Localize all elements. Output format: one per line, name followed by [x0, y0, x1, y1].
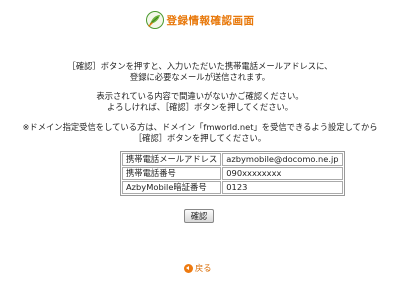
back-link-label: 戻る: [195, 263, 212, 273]
phone-number-label: 携帯電話番号: [122, 167, 222, 180]
notice-line: 登録に必要なメールが送信されます。: [129, 72, 271, 82]
back-link[interactable]: 戻る: [184, 262, 212, 274]
registration-info-table: 携帯電話メールアドレス azbymobile@docomo.ne.jp 携帯電話…: [120, 151, 345, 196]
pin-label: AzbyMobile暗証番号: [122, 181, 222, 194]
notice-line: ※ドメイン指定受信をしている方は、ドメイン「fmworld.net」を受信できる…: [22, 122, 378, 132]
verify-notice-text: 表示されている内容で間違いがないかご確認ください。 よろしければ、［確認］ボタン…: [0, 91, 400, 113]
phone-number-value: 090xxxxxxxx: [222, 167, 343, 180]
table-row: 携帯電話メールアドレス azbymobile@docomo.ne.jp: [122, 153, 343, 166]
notice-line: ［確認］ボタンを押してください。: [133, 133, 267, 143]
confirm-button[interactable]: 確認: [184, 209, 214, 223]
domain-notice-text: ※ドメイン指定受信をしている方は、ドメイン「fmworld.net」を受信できる…: [0, 122, 400, 144]
page-title: 登録情報確認画面: [166, 14, 255, 27]
table-row: AzbyMobile暗証番号 0123: [122, 181, 343, 194]
pen-leaf-logo-icon: [145, 11, 164, 29]
page-header: 登録情報確認画面: [0, 9, 400, 31]
pin-value: 0123: [222, 181, 343, 194]
send-notice-text: ［確認］ボタンを押すと、入力いただいた携帯電話メールアドレスに、 登録に必要なメ…: [0, 61, 400, 83]
table-row: 携帯電話番号 090xxxxxxxx: [122, 167, 343, 180]
back-arrow-icon: [184, 263, 193, 273]
notice-line: 表示されている内容で間違いがないかご確認ください。: [96, 91, 304, 101]
notice-line: よろしければ、［確認］ボタンを押してください。: [106, 102, 294, 112]
mail-address-label: 携帯電話メールアドレス: [122, 153, 222, 166]
mail-address-value: azbymobile@docomo.ne.jp: [222, 153, 343, 166]
notice-line: ［確認］ボタンを押すと、入力いただいた携帯電話メールアドレスに、: [67, 61, 333, 71]
